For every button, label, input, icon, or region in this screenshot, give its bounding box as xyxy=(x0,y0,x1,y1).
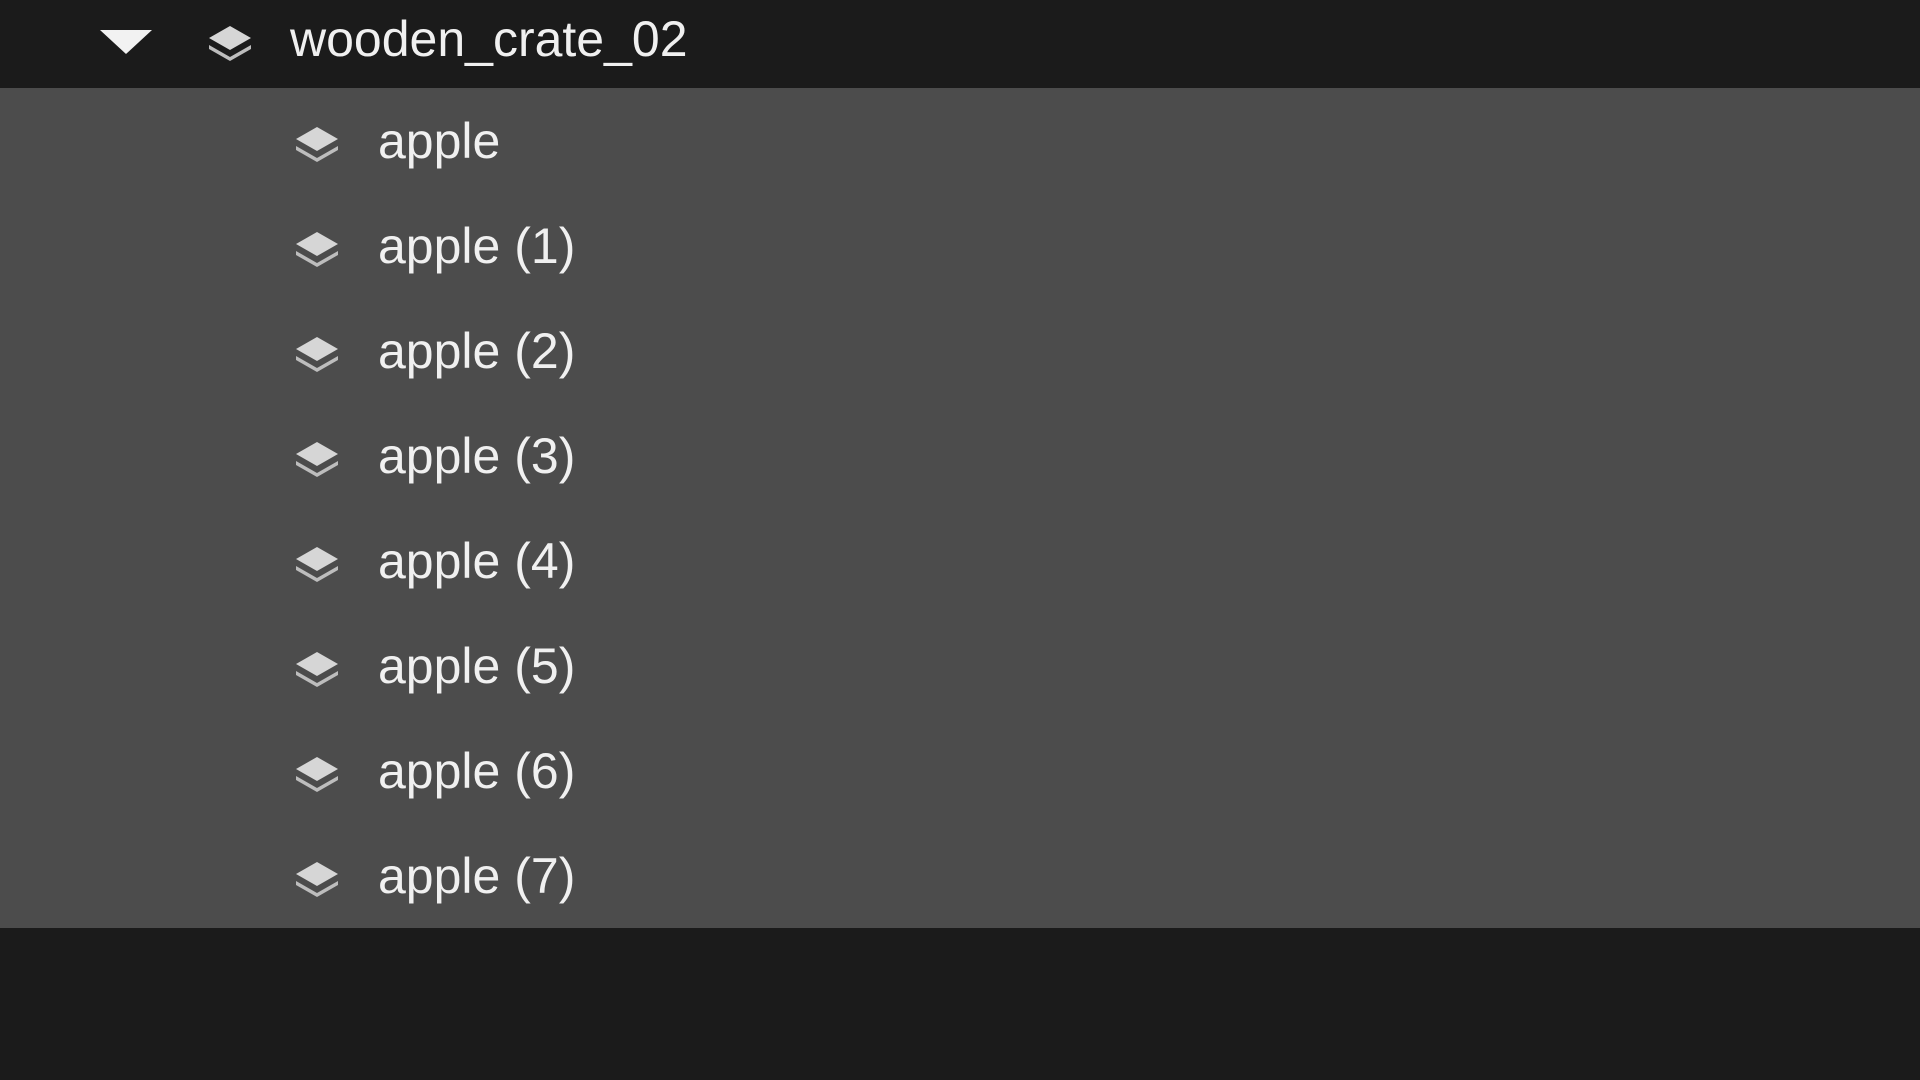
layers-icon xyxy=(287,532,347,592)
tree-item-label: apple (7) xyxy=(378,848,576,904)
tree-row-apple[interactable]: apple xyxy=(0,88,1920,193)
tree-item-label: apple (5) xyxy=(378,638,576,694)
tree-row-apple-4[interactable]: apple (4) xyxy=(0,508,1920,613)
tree-row-apple-1[interactable]: apple (1) xyxy=(0,193,1920,298)
tree-row-apple-3[interactable]: apple (3) xyxy=(0,403,1920,508)
hierarchy-outliner: wooden_crate_02 apple apple (1) apple (2… xyxy=(0,0,1920,1080)
tree-row-apple-6[interactable]: apple (6) xyxy=(0,718,1920,823)
tree-item-label: apple (4) xyxy=(378,533,576,589)
layers-icon xyxy=(287,112,347,172)
children-group: apple apple (1) apple (2) apple (3) appl… xyxy=(0,88,1920,928)
tree-item-label: apple (6) xyxy=(378,743,576,799)
tree-item-label: apple xyxy=(378,113,501,169)
tree-row-apple-2[interactable]: apple (2) xyxy=(0,298,1920,403)
layers-icon xyxy=(287,217,347,277)
tree-row-apple-7[interactable]: apple (7) xyxy=(0,823,1920,928)
layers-icon xyxy=(200,11,260,71)
tree-item-label: wooden_crate_02 xyxy=(290,11,688,67)
tree-item-label: apple (2) xyxy=(378,323,576,379)
layers-icon xyxy=(287,322,347,382)
layers-icon xyxy=(287,847,347,907)
tree-row-apple-5[interactable]: apple (5) xyxy=(0,613,1920,718)
layers-icon xyxy=(287,427,347,487)
tree-item-label: apple (3) xyxy=(378,428,576,484)
tree-item-label: apple (1) xyxy=(378,218,576,274)
tree-row-wooden-crate[interactable]: wooden_crate_02 xyxy=(0,0,1920,88)
layers-icon xyxy=(287,742,347,802)
layers-icon xyxy=(287,637,347,697)
chevron-down-icon[interactable] xyxy=(100,30,152,54)
